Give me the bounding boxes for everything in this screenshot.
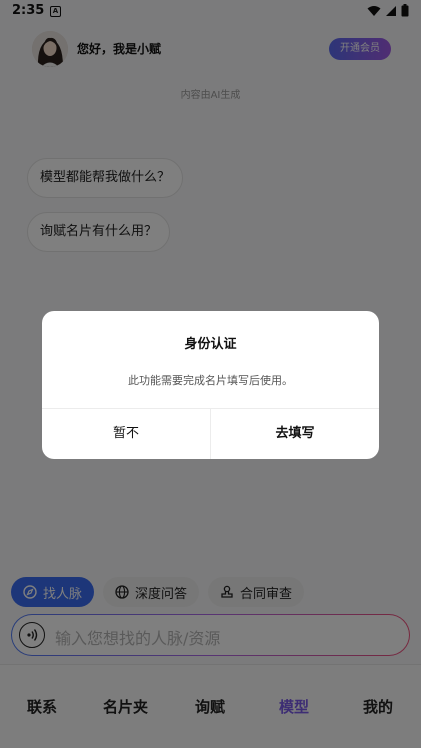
dialog-message: 此功能需要完成名片填写后使用。: [128, 374, 293, 387]
not-now-button[interactable]: 暂不: [42, 409, 210, 459]
dialog-title: 身份认证: [184, 337, 237, 352]
identity-verification-dialog: 身份认证 此功能需要完成名片填写后使用。 暂不 去填写: [42, 311, 379, 459]
go-fill-button[interactable]: 去填写: [211, 409, 379, 459]
